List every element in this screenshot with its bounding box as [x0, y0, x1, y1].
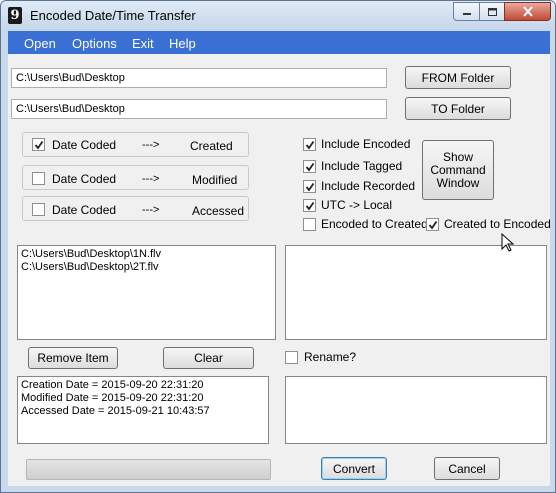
- date-coded-modified-checkbox[interactable]: [32, 172, 45, 185]
- checkmark-icon: [305, 182, 314, 191]
- mapping-modified-group: Date Coded ---> Modified: [22, 165, 249, 190]
- encoded-to-created-label: Encoded to Created: [321, 217, 428, 231]
- mapping-created-group: Date Coded ---> Created: [22, 132, 249, 157]
- date-coded-label: Date Coded: [52, 172, 117, 186]
- checkmark-icon: [428, 220, 437, 229]
- created-to-encoded-checkbox[interactable]: [426, 218, 439, 231]
- utc-local-label: UTC -> Local: [321, 198, 393, 212]
- from-folder-button[interactable]: FROM Folder: [405, 66, 511, 89]
- file-list[interactable]: C:\Users\Bud\Desktop\1N.flv C:\Users\Bud…: [17, 245, 276, 340]
- mouse-pointer-icon: [501, 233, 515, 252]
- title-bar[interactable]: 9 Encoded Date/Time Transfer: [1, 1, 555, 31]
- arrow-label: --->: [142, 139, 160, 151]
- menu-exit[interactable]: Exit: [132, 36, 154, 51]
- modified-label: Modified: [192, 173, 238, 187]
- rename-checkbox[interactable]: [285, 351, 298, 364]
- main-panel: C:\Users\Bud\Desktop FROM Folder C:\User…: [8, 54, 551, 486]
- remove-item-button[interactable]: Remove Item: [28, 347, 118, 369]
- menu-options[interactable]: Options: [72, 36, 117, 51]
- close-window-button[interactable]: [504, 2, 551, 21]
- creation-date-line: Creation Date = 2015-09-20 22:31:20: [21, 379, 204, 391]
- encoded-to-created-checkbox[interactable]: [303, 218, 316, 231]
- show-command-window-button[interactable]: Show Command Window: [422, 140, 494, 200]
- date-coded-label: Date Coded: [52, 138, 117, 152]
- app-window: 9 Encoded Date/Time Transfer Open Option…: [0, 0, 556, 493]
- include-recorded-label: Include Recorded: [321, 179, 416, 193]
- progress-bar: [26, 459, 271, 480]
- accessed-date-line: Accessed Date = 2015-09-21 10:43:57: [21, 405, 210, 417]
- created-to-encoded-label: Created to Encoded: [444, 217, 551, 231]
- button-line: Window: [436, 175, 480, 190]
- mapping-accessed-group: Date Coded ---> Accessed: [22, 196, 249, 221]
- minimize-button[interactable]: [453, 2, 480, 21]
- to-folder-button[interactable]: TO Folder: [405, 97, 511, 120]
- include-tagged-label: Include Tagged: [321, 159, 403, 173]
- checkmark-icon: [305, 162, 314, 171]
- list-item[interactable]: C:\Users\Bud\Desktop\1N.flv: [21, 248, 272, 261]
- window-title: Encoded Date/Time Transfer: [30, 8, 196, 23]
- list-item[interactable]: C:\Users\Bud\Desktop\2T.flv: [21, 261, 272, 274]
- accessed-label: Accessed: [192, 204, 245, 218]
- button-line: Command: [430, 162, 486, 177]
- from-path-field[interactable]: C:\Users\Bud\Desktop: [11, 68, 387, 88]
- convert-button[interactable]: Convert: [321, 457, 387, 480]
- date-coded-created-checkbox[interactable]: [32, 138, 45, 151]
- include-tagged-checkbox[interactable]: [303, 160, 316, 173]
- secondary-details-box[interactable]: [285, 376, 547, 444]
- checkmark-icon: [305, 140, 314, 149]
- arrow-label: --->: [142, 173, 160, 185]
- checkmark-icon: [34, 140, 43, 149]
- created-label: Created: [190, 139, 233, 153]
- minimize-icon: [462, 12, 471, 15]
- checkmark-icon: [305, 201, 314, 210]
- include-encoded-checkbox[interactable]: [303, 138, 316, 151]
- menu-open[interactable]: Open: [24, 36, 56, 51]
- modified-date-line: Modified Date = 2015-09-20 22:31:20: [21, 392, 204, 404]
- output-list[interactable]: [285, 245, 547, 340]
- rename-label: Rename?: [304, 350, 357, 364]
- to-path-field[interactable]: C:\Users\Bud\Desktop: [11, 99, 387, 119]
- app-icon: 9: [8, 7, 22, 24]
- arrow-label: --->: [142, 204, 160, 216]
- button-line: Show: [442, 149, 474, 164]
- maximize-icon: [487, 7, 497, 16]
- include-recorded-checkbox[interactable]: [303, 180, 316, 193]
- maximize-button[interactable]: [479, 2, 505, 21]
- file-details-box[interactable]: Creation Date = 2015-09-20 22:31:20 Modi…: [17, 376, 269, 444]
- menu-help[interactable]: Help: [169, 36, 196, 51]
- include-encoded-label: Include Encoded: [321, 137, 411, 151]
- utc-local-checkbox[interactable]: [303, 199, 316, 212]
- menu-bar: Open Options Exit Help: [8, 31, 550, 54]
- close-icon: [522, 6, 533, 17]
- cancel-button[interactable]: Cancel: [434, 457, 500, 480]
- date-coded-label: Date Coded: [52, 203, 117, 217]
- clear-button[interactable]: Clear: [163, 347, 254, 369]
- date-coded-accessed-checkbox[interactable]: [32, 203, 45, 216]
